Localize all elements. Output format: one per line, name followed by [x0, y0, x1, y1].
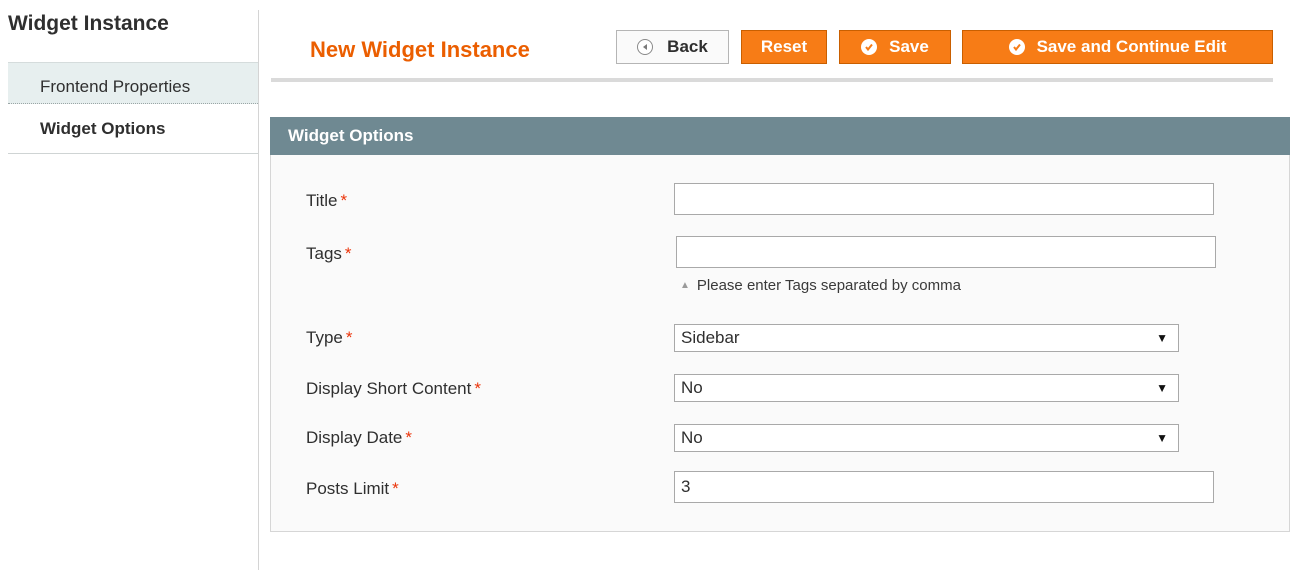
display-date-label-text: Display Date: [306, 428, 403, 447]
save-and-continue-button[interactable]: Save and Continue Edit: [962, 30, 1273, 64]
type-label-text: Type: [306, 328, 343, 347]
save-button-label: Save: [889, 37, 929, 56]
caret-down-icon: ▼: [1156, 431, 1168, 445]
type-select-value: Sidebar: [681, 328, 740, 347]
display-short-content-select[interactable]: No ▼: [674, 374, 1179, 402]
type-label: Type *: [306, 328, 352, 348]
display-date-value: No: [681, 428, 703, 447]
title-label: Title *: [306, 191, 347, 211]
required-marker: *: [345, 328, 353, 347]
section-header: Widget Options: [270, 117, 1290, 155]
tags-label-text: Tags: [306, 244, 342, 263]
page-title: New Widget Instance: [310, 37, 530, 62]
title-label-text: Title: [306, 191, 338, 210]
triangle-up-icon: ▲: [680, 280, 690, 291]
save-and-continue-button-label: Save and Continue Edit: [1036, 37, 1227, 56]
display-short-content-label: Display Short Content *: [306, 379, 481, 399]
reset-button-label: Reset: [760, 37, 808, 56]
sidebar-title: Widget Instance: [8, 12, 169, 35]
display-date-select[interactable]: No ▼: [674, 424, 1179, 452]
posts-limit-input[interactable]: [674, 471, 1214, 503]
posts-limit-label: Posts Limit *: [306, 479, 399, 499]
header-divider: [271, 78, 1273, 82]
caret-down-icon: ▼: [1156, 331, 1168, 345]
posts-limit-label-text: Posts Limit: [306, 479, 390, 498]
back-button-label: Back: [667, 37, 708, 56]
reset-button[interactable]: Reset: [741, 30, 827, 64]
required-marker: *: [392, 479, 399, 498]
check-circle-icon: [861, 39, 878, 55]
tags-hint-text: Please enter Tags separated by comma: [696, 277, 961, 294]
display-short-content-label-text: Display Short Content: [306, 379, 472, 398]
tags-label: Tags *: [306, 244, 352, 264]
tab-frontend-properties[interactable]: Frontend Properties: [8, 62, 258, 104]
save-button[interactable]: Save: [839, 30, 951, 64]
display-date-label: Display Date *: [306, 428, 412, 448]
required-marker: *: [344, 244, 352, 263]
display-short-content-value: No: [681, 378, 703, 397]
required-marker: *: [474, 379, 481, 398]
tags-hint: ▲ Please enter Tags separated by comma: [680, 277, 961, 294]
circle-left-arrow-icon: [637, 39, 654, 55]
tab-widget-options[interactable]: Widget Options: [8, 104, 258, 154]
check-circle-icon: [1008, 39, 1025, 55]
required-marker: *: [340, 191, 348, 210]
caret-down-icon: ▼: [1156, 381, 1168, 395]
title-input[interactable]: [674, 183, 1214, 215]
back-button[interactable]: Back: [616, 30, 729, 64]
type-select[interactable]: Sidebar ▼: [674, 324, 1179, 352]
vertical-divider: [258, 10, 259, 570]
required-marker: *: [405, 428, 412, 447]
tags-input[interactable]: [676, 236, 1216, 268]
